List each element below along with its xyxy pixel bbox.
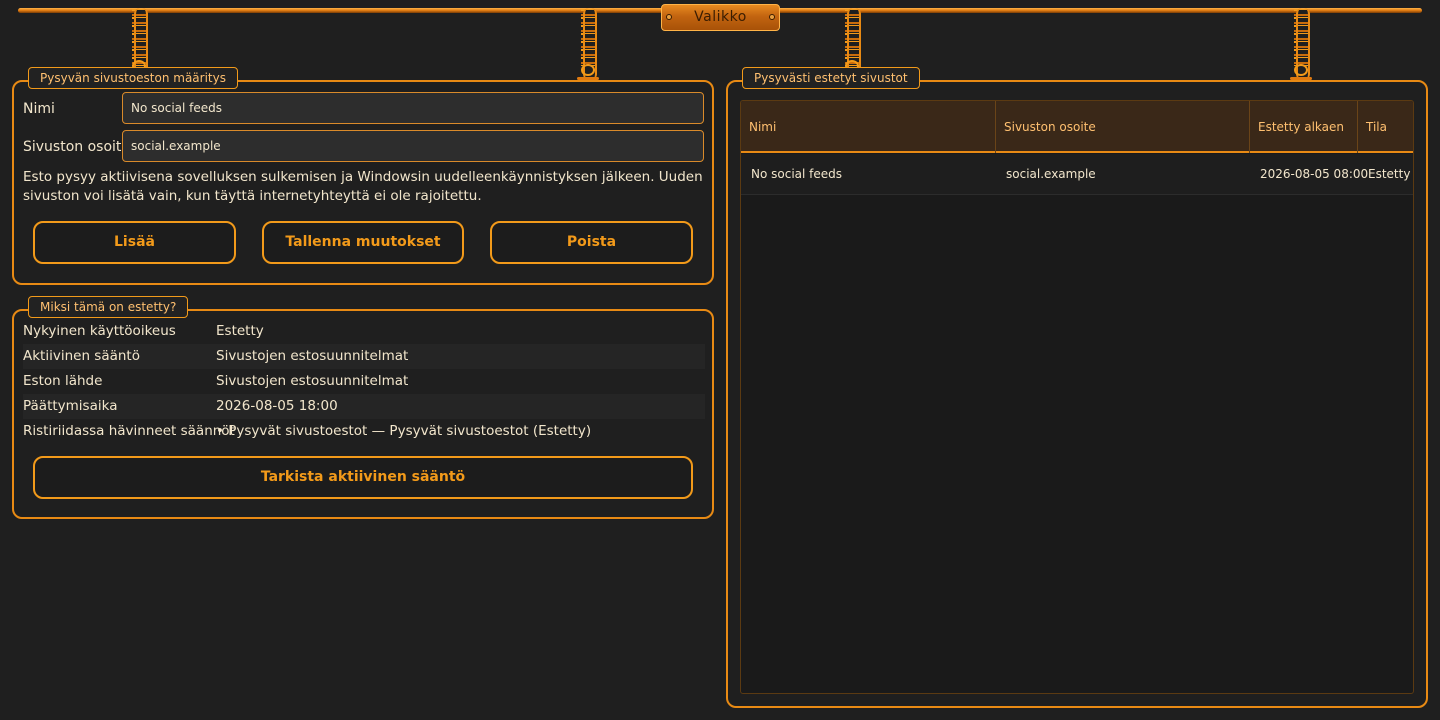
delete-button[interactable]: Poista xyxy=(490,221,693,264)
save-changes-button[interactable]: Tallenna muutokset xyxy=(262,221,464,264)
info-row: Nykyinen käyttöoikeus Estetty xyxy=(23,319,705,344)
check-active-rule-button[interactable]: Tarkista aktiivinen sääntö xyxy=(33,456,693,499)
info-key: Päättymisaika xyxy=(23,398,118,414)
info-value: Estetty xyxy=(216,323,264,339)
info-key: Nykyinen käyttöoikeus xyxy=(23,323,176,339)
help-text: Esto pysyy aktiivisena sovelluksen sulke… xyxy=(23,169,703,204)
definition-panel-title: Pysyvän sivustoeston määritys xyxy=(28,67,238,89)
why-blocked-title: Miksi tämä on estetty? xyxy=(28,296,189,318)
column-header-name[interactable]: Nimi xyxy=(741,101,996,153)
column-header-status[interactable]: Tila xyxy=(1358,101,1413,153)
info-value: Sivustojen estosuunnitelmat xyxy=(216,373,409,389)
site-address-input[interactable] xyxy=(122,130,704,162)
column-header-site-address[interactable]: Sivuston osoite xyxy=(996,101,1250,153)
blocked-sites-table: Nimi Sivuston osoite Estetty alkaen Tila… xyxy=(740,100,1414,694)
cell-site-address: social.example xyxy=(1006,167,1096,181)
cell-status: Estetty xyxy=(1368,167,1411,181)
info-row: Eston lähde Sivustojen estosuunnitelmat xyxy=(23,369,705,394)
add-button[interactable]: Lisää xyxy=(33,221,236,264)
app-window: Valikko Nimi Sivuston osoite Esto pysyy … xyxy=(0,0,1440,720)
menu-button-label: Valikko xyxy=(694,9,747,25)
info-row: Päättymisaika 2026-08-05 18:00 xyxy=(23,394,705,419)
rivet-icon xyxy=(769,14,775,20)
info-value: 2026-08-05 18:00 xyxy=(216,398,338,414)
info-row: Aktiivinen sääntö Sivustojen estosuunnit… xyxy=(23,344,705,369)
info-key: Eston lähde xyxy=(23,373,103,389)
menu-button[interactable]: Valikko xyxy=(661,4,780,31)
site-block-definition-panel: Nimi Sivuston osoite Esto pysyy aktiivis… xyxy=(12,80,714,285)
info-value: • Pysyvät sivustoestot — Pysyvät sivusto… xyxy=(216,423,592,439)
name-label: Nimi xyxy=(23,101,55,117)
why-blocked-panel: Nykyinen käyttöoikeus Estetty Aktiivinen… xyxy=(12,309,714,519)
name-input[interactable] xyxy=(122,92,704,124)
site-address-label: Sivuston osoite xyxy=(23,139,131,155)
table-row[interactable]: No social feeds social.example 2026-08-0… xyxy=(741,154,1413,195)
info-row: Ristiriidassa hävinneet säännöt • Pysyvä… xyxy=(23,419,705,444)
column-header-blocked-since[interactable]: Estetty alkaen xyxy=(1250,101,1358,153)
table-header: Nimi Sivuston osoite Estetty alkaen Tila xyxy=(741,101,1413,153)
blocked-sites-title: Pysyvästi estetyt sivustot xyxy=(742,67,920,89)
cell-blocked-since: 2026-08-05 08:00 xyxy=(1260,167,1369,181)
cell-name: No social feeds xyxy=(751,167,843,181)
rivet-icon xyxy=(666,14,672,20)
info-value: Sivustojen estosuunnitelmat xyxy=(216,348,409,364)
info-key: Ristiriidassa hävinneet säännöt xyxy=(23,423,235,439)
info-key: Aktiivinen sääntö xyxy=(23,348,140,364)
